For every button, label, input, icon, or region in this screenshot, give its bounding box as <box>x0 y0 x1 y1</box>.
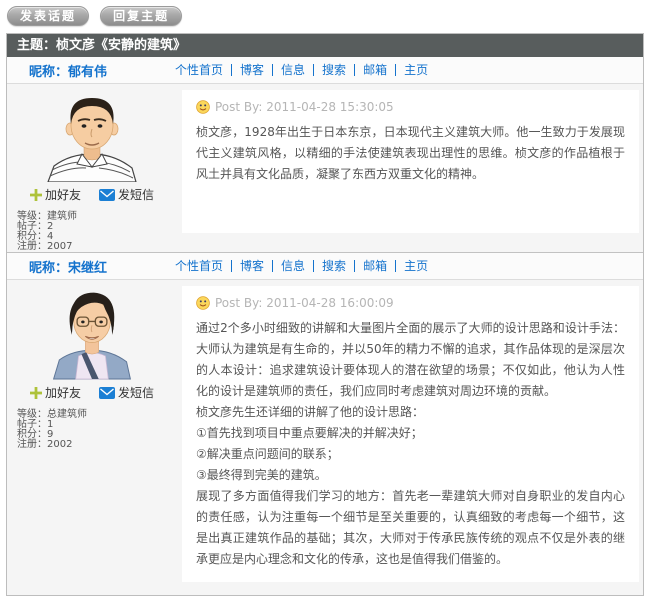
post-1-content-area: Post By: 2011-04-28 15:30:05 桢文彦，1928年出生… <box>177 84 643 252</box>
user-avatar <box>44 284 140 380</box>
nav-link-mailbox[interactable]: 邮箱 <box>354 260 395 272</box>
post-2-message: Post By: 2011-04-28 16:00:09 通过2个多小时细致的讲… <box>182 286 639 582</box>
post-1-header: 昵称：郁有伟 个性首页 博客 信息 搜索 邮箱 主页 <box>7 57 643 84</box>
stat-registered: 注册：2002 <box>17 440 177 450</box>
post-timestamp: Post By: 2011-04-28 16:00:09 <box>215 296 394 310</box>
reply-topic-button[interactable]: 回复主题 <box>100 6 182 26</box>
stat-registered: 注册：2007 <box>17 242 177 252</box>
post-paragraph: 通过2个多小时细致的讲解和大量图片全面的展示了大师的设计思路和设计手法：大师认为… <box>196 318 625 402</box>
add-friend-button[interactable]: 加好友 <box>30 384 81 401</box>
nav-link-mailbox[interactable]: 邮箱 <box>354 64 395 76</box>
post-paragraph: ①首先找到项目中重点要解决的并解决好； <box>196 423 625 444</box>
post-1-user-links: 个性首页 博客 信息 搜索 邮箱 主页 <box>153 64 436 76</box>
user-avatar <box>42 92 142 182</box>
post-2-author-nickname: 昵称：宋继红 <box>7 257 153 276</box>
smiley-icon <box>196 100 210 114</box>
nav-link-info[interactable]: 信息 <box>272 64 313 76</box>
post-2-body: 加好友 发短信 等级：总建筑师 帖子：1 积分：9 注册：2002 <box>7 280 643 595</box>
nav-link-info[interactable]: 信息 <box>272 260 313 272</box>
post-1-user-actions: 加好友 发短信 <box>7 186 177 203</box>
post-2-user-links: 个性首页 博客 信息 搜索 邮箱 主页 <box>153 260 436 272</box>
post-timestamp: Post By: 2011-04-28 15:30:05 <box>215 100 394 114</box>
post-1-body: 加好友 发短信 等级：建筑师 帖子：2 积分：4 注册：2007 <box>7 84 643 252</box>
post-paragraph: 展现了多方面值得我们学习的地方：首先老一辈建筑大师对自身职业的发自内心的责任感，… <box>196 486 625 570</box>
post-1-message: Post By: 2011-04-28 15:30:05 桢文彦，1928年出生… <box>182 90 639 233</box>
envelope-icon <box>99 387 115 399</box>
nav-link-blog[interactable]: 博客 <box>231 64 272 76</box>
nav-link-home[interactable]: 主页 <box>395 64 436 76</box>
post-2-user-actions: 加好友 发短信 <box>7 384 177 401</box>
post-2-user-stats: 等级：总建筑师 帖子：1 积分：9 注册：2002 <box>17 410 177 450</box>
smiley-icon <box>196 296 210 310</box>
post-paragraph: 桢文彦先生还详细的讲解了他的设计思路： <box>196 402 625 423</box>
post-paragraph: 桢文彦，1928年出生于日本东京，日本现代主义建筑大师。他一生致力于发展现代主义… <box>196 122 625 185</box>
post-2-meta: Post By: 2011-04-28 16:00:09 <box>196 295 625 311</box>
plus-icon <box>30 189 42 201</box>
envelope-icon <box>99 189 115 201</box>
nav-link-blog[interactable]: 博客 <box>231 260 272 272</box>
forum-thread-page: 发表话题 回复主题 主题：桢文彦《安静的建筑》 昵称：郁有伟 个性首页 博客 信… <box>0 0 650 596</box>
post-paragraph: ③最终得到完美的建筑。 <box>196 465 625 486</box>
nav-link-personal-home[interactable]: 个性首页 <box>153 260 231 272</box>
post-2-content-area: Post By: 2011-04-28 16:00:09 通过2个多小时细致的讲… <box>177 280 643 595</box>
topic-title-bar: 主题：桢文彦《安静的建筑》 <box>7 34 643 57</box>
add-friend-label: 加好友 <box>45 186 81 203</box>
nav-link-search[interactable]: 搜索 <box>313 260 354 272</box>
nav-link-home[interactable]: 主页 <box>395 260 436 272</box>
new-topic-button[interactable]: 发表话题 <box>7 6 89 26</box>
post-2-user-panel: 加好友 发短信 等级：总建筑师 帖子：1 积分：9 注册：2002 <box>7 280 177 595</box>
toolbar: 发表话题 回复主题 <box>0 0 650 33</box>
post-1-author-nickname: 昵称：郁有伟 <box>7 61 153 80</box>
send-message-button[interactable]: 发短信 <box>99 384 154 401</box>
add-friend-label: 加好友 <box>45 384 81 401</box>
nav-link-personal-home[interactable]: 个性首页 <box>153 64 231 76</box>
post-2-header: 昵称：宋继红 个性首页 博客 信息 搜索 邮箱 主页 <box>7 253 643 280</box>
post-1: 昵称：郁有伟 个性首页 博客 信息 搜索 邮箱 主页 <box>7 57 643 252</box>
post-1-user-stats: 等级：建筑师 帖子：2 积分：4 注册：2007 <box>17 212 177 252</box>
thread-container: 主题：桢文彦《安静的建筑》 昵称：郁有伟 个性首页 博客 信息 搜索 邮箱 主页 <box>6 33 644 596</box>
post-1-meta: Post By: 2011-04-28 15:30:05 <box>196 99 625 115</box>
add-friend-button[interactable]: 加好友 <box>30 186 81 203</box>
plus-icon <box>30 387 42 399</box>
nav-link-search[interactable]: 搜索 <box>313 64 354 76</box>
send-message-button[interactable]: 发短信 <box>99 186 154 203</box>
post-1-user-panel: 加好友 发短信 等级：建筑师 帖子：2 积分：4 注册：2007 <box>7 84 177 252</box>
post-paragraph: ②解决重点问题间的联系； <box>196 444 625 465</box>
send-message-label: 发短信 <box>118 186 154 203</box>
post-2: 昵称：宋继红 个性首页 博客 信息 搜索 邮箱 主页 <box>7 252 643 595</box>
send-message-label: 发短信 <box>118 384 154 401</box>
